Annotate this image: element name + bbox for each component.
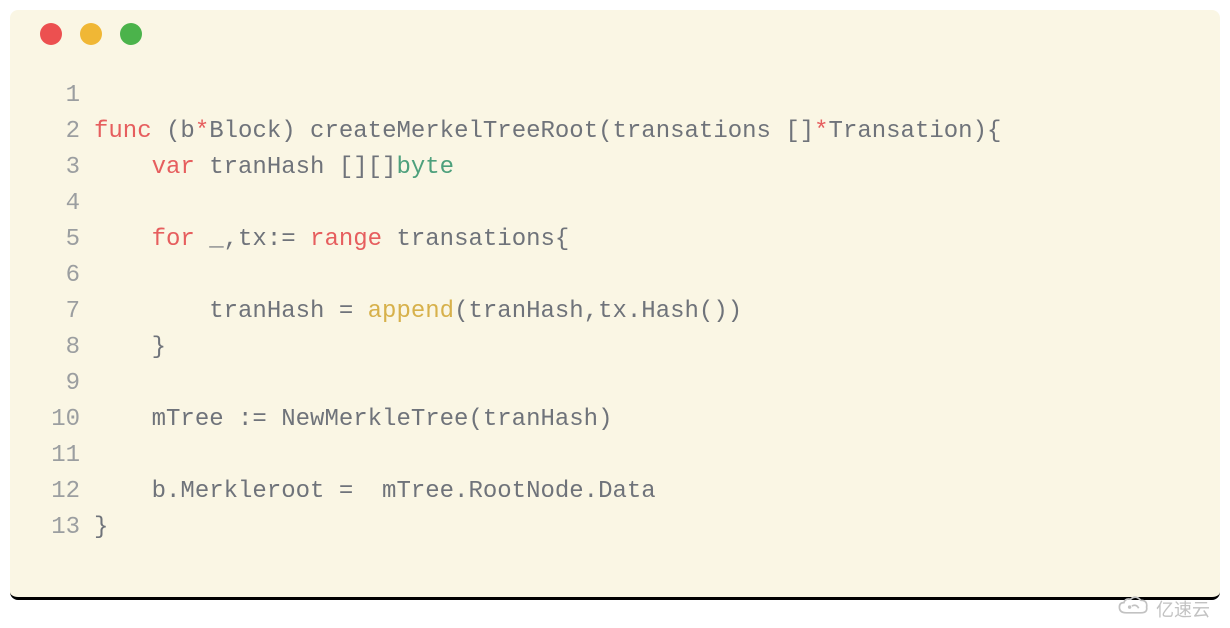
line-content: var tranHash [][]byte: [94, 150, 454, 186]
code-line: 8 }: [10, 330, 1220, 366]
code-line: 4: [10, 186, 1220, 222]
token-ident: tranHash =: [94, 298, 368, 325]
line-content: tranHash = append(tranHash,tx.Hash()): [94, 294, 742, 330]
token-ident: mTree := NewMerkleTree(tranHash): [94, 406, 612, 433]
token-punct: [94, 154, 152, 181]
line-number: 13: [10, 510, 94, 546]
code-line: 11: [10, 438, 1220, 474]
token-punct: (: [166, 118, 180, 145]
code-line: 1: [10, 78, 1220, 114]
line-content: b.Merkleroot = mTree.RootNode.Data: [94, 474, 656, 510]
token-punct: }: [94, 334, 166, 361]
line-number: 1: [10, 78, 94, 114]
token-punct: ) createMerkelTreeRoot(transations []: [281, 118, 814, 145]
line-number: 10: [10, 402, 94, 438]
token-ident: (tranHash,tx.Hash()): [454, 298, 742, 325]
minimize-dot-icon[interactable]: [80, 23, 102, 45]
window-titlebar: [10, 10, 1220, 58]
token-ident: _,tx:=: [209, 226, 310, 253]
code-line: 6: [10, 258, 1220, 294]
line-number: 3: [10, 150, 94, 186]
token-ident: b.Merkleroot = mTree.RootNode.Data: [94, 478, 656, 505]
token-kw: *: [195, 118, 209, 145]
line-number: 4: [10, 186, 94, 222]
line-content: }: [94, 330, 166, 366]
line-number: 12: [10, 474, 94, 510]
token-kw: range: [310, 226, 396, 253]
code-line: 5 for _,tx:= range transations{: [10, 222, 1220, 258]
token-typename: byte: [396, 154, 454, 181]
code-line: 13}: [10, 510, 1220, 546]
line-content: mTree := NewMerkleTree(tranHash): [94, 402, 612, 438]
line-content: func (b*Block) createMerkelTreeRoot(tran…: [94, 114, 1001, 150]
token-builtin: append: [368, 298, 454, 325]
code-line: 7 tranHash = append(tranHash,tx.Hash()): [10, 294, 1220, 330]
token-punct: Transation){: [829, 118, 1002, 145]
line-number: 11: [10, 438, 94, 474]
line-content: }: [94, 510, 108, 546]
token-kw: *: [814, 118, 828, 145]
token-kw: var: [152, 154, 210, 181]
token-kw: for: [152, 226, 210, 253]
code-line: 9: [10, 366, 1220, 402]
line-content: for _,tx:= range transations{: [94, 222, 569, 258]
code-area: 12func (b*Block) createMerkelTreeRoot(tr…: [10, 58, 1220, 566]
code-line: 12 b.Merkleroot = mTree.RootNode.Data: [10, 474, 1220, 510]
token-ident: b: [180, 118, 194, 145]
token-ident: transations{: [396, 226, 569, 253]
token-ident: Block: [209, 118, 281, 145]
token-ident: tranHash [][]: [209, 154, 396, 181]
line-number: 7: [10, 294, 94, 330]
close-dot-icon[interactable]: [40, 23, 62, 45]
code-line: 3 var tranHash [][]byte: [10, 150, 1220, 186]
line-number: 5: [10, 222, 94, 258]
line-number: 9: [10, 366, 94, 402]
line-number: 6: [10, 258, 94, 294]
line-number: 8: [10, 330, 94, 366]
token-punct: [94, 226, 152, 253]
token-kw: func: [94, 118, 166, 145]
code-window: 12func (b*Block) createMerkelTreeRoot(tr…: [10, 10, 1220, 600]
maximize-dot-icon[interactable]: [120, 23, 142, 45]
token-punct: }: [94, 514, 108, 541]
code-line: 10 mTree := NewMerkleTree(tranHash): [10, 402, 1220, 438]
code-line: 2func (b*Block) createMerkelTreeRoot(tra…: [10, 114, 1220, 150]
line-number: 2: [10, 114, 94, 150]
